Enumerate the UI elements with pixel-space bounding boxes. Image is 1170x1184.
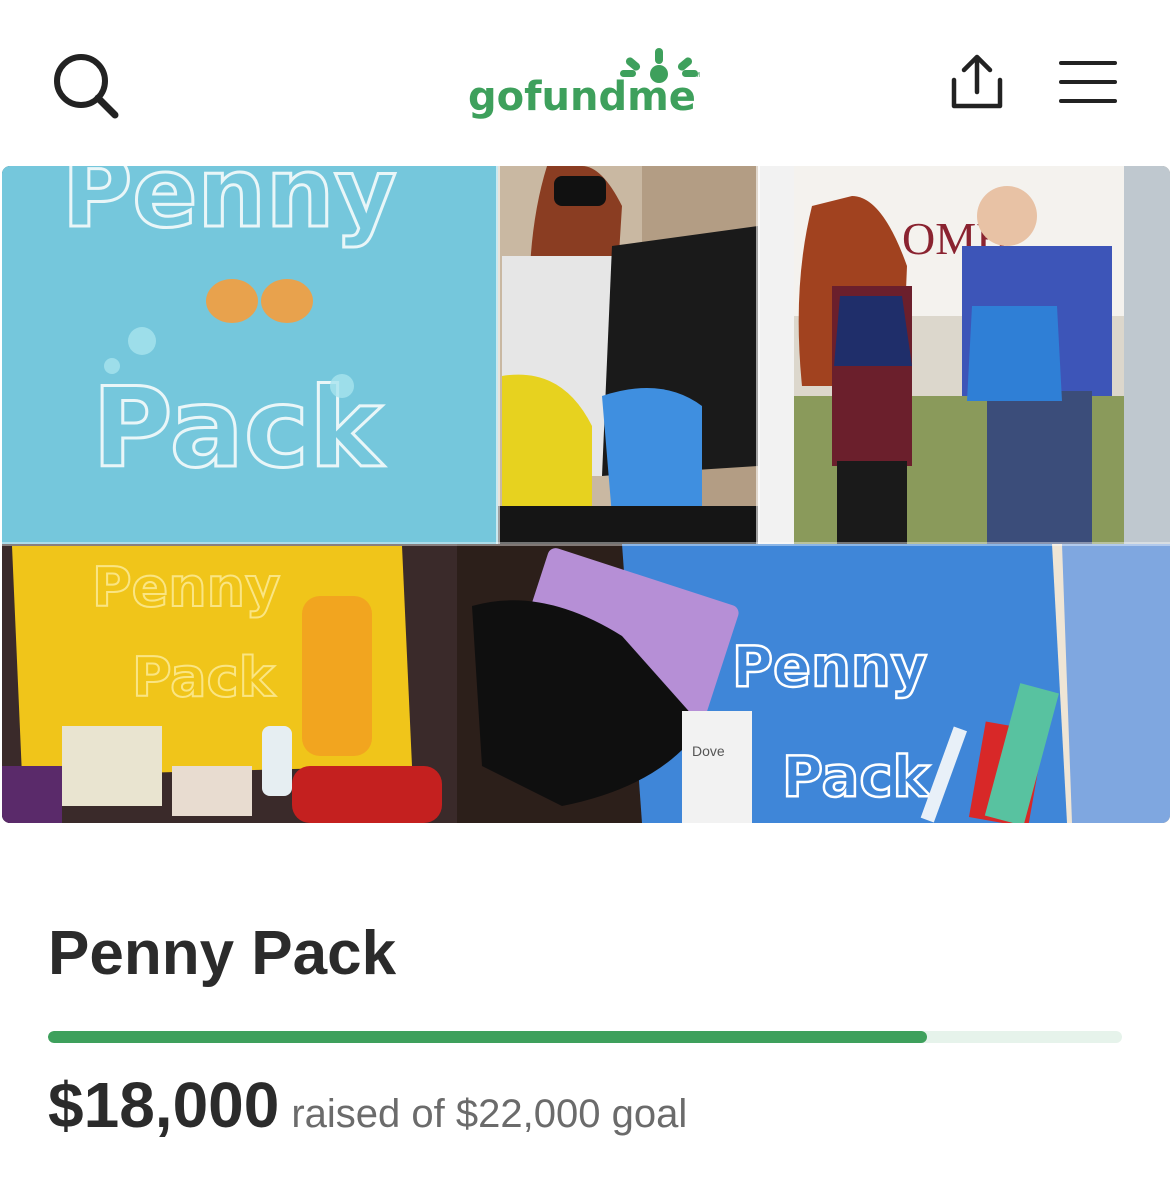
yellow-bag-items-photo: Penny Pack xyxy=(2,544,457,823)
donation-progress-bar xyxy=(48,1031,1122,1043)
volunteer-with-bags-photo xyxy=(498,166,758,544)
share-icon[interactable] xyxy=(944,50,1010,112)
amount-raised: $18,000 xyxy=(48,1069,280,1141)
campaign-title: Penny Pack xyxy=(48,919,397,988)
dove-text: Dove xyxy=(692,743,725,759)
hamburger-menu-icon[interactable] xyxy=(1058,58,1118,106)
cover-collage: Penny Pack OMH Penny Pack Penny Pack Dov… xyxy=(2,166,1170,823)
gofundme-logo[interactable]: gofundme TM xyxy=(464,44,708,124)
poster-penny-text: Penny xyxy=(62,166,397,249)
logo-wordmark: gofundme xyxy=(468,74,696,120)
handoff-photo: OMH xyxy=(758,166,1170,544)
penny-pack-poster-photo: Penny Pack xyxy=(2,166,498,544)
blue-bag-items-photo: Penny Pack Dove gate xyxy=(457,544,1170,823)
blue-bag-pack-text: Pack xyxy=(782,745,932,810)
amount-summary: $18,000 raised of $22,000 goal xyxy=(48,1068,687,1142)
yellow-bag-pack-text: Pack xyxy=(132,646,276,709)
search-icon[interactable] xyxy=(50,50,120,120)
campaign-cover-image[interactable]: Penny Pack OMH Penny Pack Penny Pack Dov… xyxy=(2,166,1170,823)
blue-bag-penny-text: Penny xyxy=(732,635,927,700)
goal-text: raised of $22,000 goal xyxy=(291,1092,688,1136)
logo-trademark: TM xyxy=(690,72,701,79)
yellow-bag-penny-text: Penny xyxy=(92,556,280,619)
donation-progress-fill xyxy=(48,1031,927,1043)
top-nav: gofundme TM xyxy=(0,0,1170,166)
